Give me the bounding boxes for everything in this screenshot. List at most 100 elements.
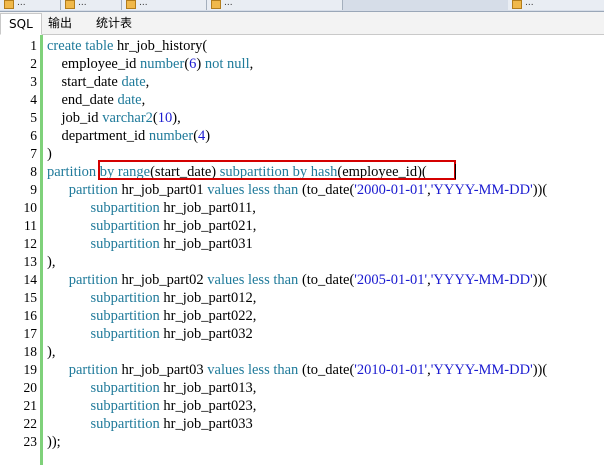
sql-keyword: partition — [47, 164, 100, 180]
code-token: hr_job_part023, — [163, 398, 257, 414]
table-icon — [126, 0, 136, 9]
document-tab[interactable]: ... — [61, 0, 122, 10]
code-token: hr_job_part033 — [163, 416, 253, 432]
document-tab[interactable]: ... — [122, 0, 207, 10]
code-token: (to_date( — [301, 182, 355, 198]
code-text: partition by range(start_date) subpartit… — [47, 163, 427, 181]
code-token: employee_id — [47, 56, 141, 72]
code-token: start_date — [47, 74, 122, 90]
code-text: subpartition hr_job_part013, — [47, 379, 257, 397]
editor-tab-bar: SQL 输出 统计表 — [0, 12, 604, 35]
code-token: hr_job_part01 — [121, 182, 208, 198]
code-token: ))( — [532, 182, 548, 198]
sql-keyword: subpartition by hash — [219, 164, 338, 180]
sql-editor[interactable]: 1 create table hr_job_history(2 employee_… — [0, 35, 604, 465]
code-token: ) — [205, 128, 211, 144]
code-text: subpartition hr_job_part033 — [47, 415, 253, 433]
sql-keyword: values less than — [207, 362, 302, 378]
code-token: end_date — [47, 92, 118, 108]
code-token: , — [145, 74, 150, 90]
sql-keyword: subpartition — [90, 380, 164, 396]
document-tab[interactable]: ... — [508, 0, 604, 10]
code-line: 15 subpartition hr_job_part012, — [0, 289, 604, 307]
line-number: 19 — [23, 362, 38, 377]
code-line: 9 partition hr_job_part01 values less th… — [0, 181, 604, 199]
code-text: ) — [47, 145, 52, 163]
sql-keyword: subpartition — [90, 218, 164, 234]
code-token: hr_job_part021, — [163, 218, 257, 234]
code-line: 14 partition hr_job_part02 values less t… — [0, 271, 604, 289]
line-number: 12 — [23, 236, 38, 251]
sql-keyword: subpartition — [90, 416, 164, 432]
tab-sql[interactable]: SQL — [0, 13, 42, 35]
sql-keyword: subpartition — [90, 326, 164, 342]
sql-keyword: subpartition — [90, 290, 164, 306]
code-token: ) — [196, 56, 205, 72]
code-text: partition hr_job_part02 values less than… — [47, 271, 547, 289]
line-number: 13 — [23, 254, 38, 269]
code-line: 12 subpartition hr_job_part031 — [0, 235, 604, 253]
sql-keyword: number — [140, 56, 185, 72]
code-text: employee_id number(6) not null, — [47, 55, 254, 73]
sql-keyword: partition — [68, 182, 122, 198]
code-token: , — [249, 56, 254, 72]
table-icon — [211, 0, 221, 9]
line-number: 23 — [23, 434, 38, 449]
sql-keyword: values less than — [207, 182, 302, 198]
tab-statistics[interactable]: 统计表 — [88, 13, 140, 33]
code-line: 10 subpartition hr_job_part011, — [0, 199, 604, 217]
sql-keyword: date — [121, 74, 146, 90]
code-token: department_id — [47, 128, 149, 144]
line-number: 21 — [23, 398, 38, 413]
code-text: subpartition hr_job_part032 — [47, 325, 253, 343]
code-token: , — [141, 92, 146, 108]
code-line: 1 create table hr_job_history( — [0, 37, 604, 55]
code-token: )); — [47, 434, 61, 450]
line-number: 7 — [30, 146, 37, 161]
code-token: ))( — [532, 362, 548, 378]
code-line: 20 subpartition hr_job_part013, — [0, 379, 604, 397]
code-line: 7) — [0, 145, 604, 163]
code-line: 11 subpartition hr_job_part021, — [0, 217, 604, 235]
code-token: (start_date) — [150, 164, 220, 180]
sql-keyword: values less than — [207, 272, 302, 288]
code-token: hr_job_part031 — [163, 236, 253, 252]
sql-keyword: subpartition — [90, 398, 164, 414]
line-number: 18 — [23, 344, 38, 359]
code-line: 16 subpartition hr_job_part022, — [0, 307, 604, 325]
line-number: 15 — [23, 290, 38, 305]
code-token: (to_date( — [301, 362, 355, 378]
sql-keyword: date — [117, 92, 142, 108]
code-text: create table hr_job_history( — [47, 37, 207, 55]
line-number: 14 — [23, 272, 38, 287]
table-icon — [512, 0, 522, 9]
code-token: job_id — [47, 110, 103, 126]
sql-keyword: subpartition — [90, 308, 164, 324]
code-token: hr_job_part022, — [163, 308, 257, 324]
code-line: 22 subpartition hr_job_part033 — [0, 415, 604, 433]
code-text: job_id varchar2(10), — [47, 109, 181, 127]
document-tab[interactable]: ... — [207, 0, 343, 10]
code-token: hr_job_part03 — [121, 362, 208, 378]
line-number: 8 — [30, 164, 37, 179]
sql-keyword: not null — [204, 56, 250, 72]
line-number: 22 — [23, 416, 38, 431]
code-line: 3 start_date date, — [0, 73, 604, 91]
tab-output[interactable]: 输出 — [40, 13, 80, 33]
code-line: 6 department_id number(4) — [0, 127, 604, 145]
sql-keyword: subpartition — [90, 200, 164, 216]
code-text: ), — [47, 253, 55, 271]
code-text: partition hr_job_part01 values less than… — [47, 181, 547, 199]
code-token: (employee_id)( — [337, 164, 427, 180]
sql-keyword: by range — [99, 164, 151, 180]
document-tab[interactable]: ... — [0, 0, 61, 10]
document-tab-strip: ... ... ... ... ... — [0, 0, 604, 12]
code-text: partition hr_job_part03 values less than… — [47, 361, 547, 379]
